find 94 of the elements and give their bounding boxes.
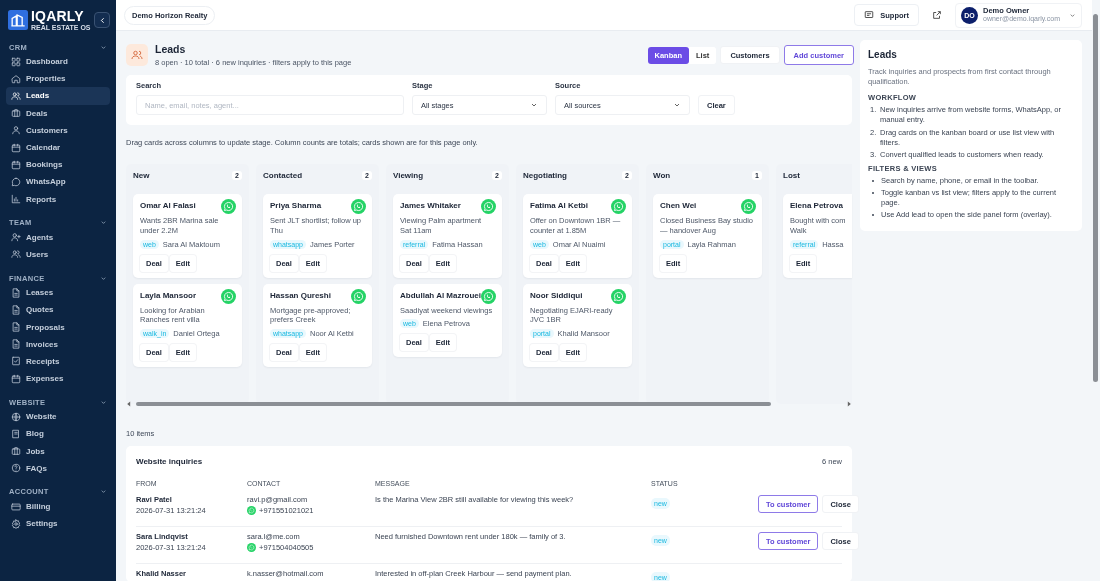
lead-name: James Whitaker [400,201,461,210]
scroll-right-icon[interactable] [846,401,852,407]
nav-item[interactable]: Properties [6,70,110,88]
nav-item[interactable]: FAQs [6,459,110,477]
globe-icon [11,411,21,422]
document-icon [11,304,21,315]
document-icon [11,287,21,298]
nav-item[interactable]: Website [6,408,110,426]
chat-icon [11,176,21,187]
briefcase-icon [11,108,21,119]
phone-chat-icon[interactable] [481,199,496,214]
grid-icon [11,56,21,67]
settings-icon [11,518,21,529]
column-title: Negotiating [523,171,567,180]
receipt-icon [11,356,21,367]
nav-item[interactable]: Deals [6,104,110,122]
chevron-down-icon[interactable] [100,274,107,282]
nav-item[interactable]: Expenses [6,370,110,388]
briefcase-icon [11,446,21,457]
page-title: Leads [155,43,187,55]
phone-chat-icon[interactable] [351,288,366,304]
nav-item[interactable]: Leases [6,284,110,302]
book-icon [11,428,21,439]
nav-item[interactable]: Agents [6,228,110,246]
column-title: New [133,171,150,180]
lead-name: Chen Wei [660,201,697,210]
chevron-down-icon[interactable] [100,488,107,496]
phone-chat-icon[interactable] [481,288,497,304]
column-title: Lost [783,171,800,180]
column-title: Won [653,171,671,180]
people-icon [11,249,21,260]
nav-item[interactable]: Invoices [6,335,110,353]
chevron-down-icon [530,101,538,109]
phone-chat-icon[interactable] [351,199,366,214]
card-title: Website inquiries [136,456,203,466]
nav-item[interactable]: Reports [6,190,110,208]
document-icon [11,322,21,333]
message-icon [864,10,875,20]
house-icon [11,73,21,84]
calendar-icon [11,142,21,153]
nav-item[interactable]: Blog [6,425,110,443]
phone-chat-icon[interactable] [611,199,626,214]
collapse-sidebar-button[interactable] [94,12,110,28]
nav-item[interactable]: Leads [6,87,110,105]
building-logo-icon [8,10,28,30]
chevron-down-icon [1069,11,1076,19]
help-title: Leads [868,49,898,60]
lead-name: Fatima Al Ketbi [530,201,588,210]
lead-name: Elena Petrova [790,201,843,210]
phone-chat-icon[interactable] [247,506,256,515]
nav-item[interactable]: Receipts [6,352,110,370]
horizontal-scrollbar[interactable] [126,399,852,409]
nav-item[interactable]: Billing [6,497,110,516]
phone-chat-icon[interactable] [611,288,626,304]
document-icon [11,339,21,350]
nav-item[interactable]: Settings [6,515,110,533]
scroll-left-icon[interactable] [126,401,132,407]
phone-chat-icon[interactable] [221,199,236,214]
people-icon [11,90,21,101]
chevron-down-icon[interactable] [100,43,107,51]
phone-chat-icon[interactable] [741,199,756,214]
nav-item[interactable]: Users [6,245,110,264]
chart-icon [11,194,21,205]
people-icon [126,44,148,66]
column-title: Viewing [393,171,424,180]
person-add-icon [11,232,21,243]
nav-item[interactable]: Proposals [6,318,110,336]
calendar-icon [11,159,21,170]
nav-item[interactable]: Calendar [6,138,110,157]
lead-name: Priya Sharma [270,201,322,210]
person-icon [11,125,21,136]
nav-item[interactable]: Dashboard [6,53,110,71]
help-icon [11,463,21,474]
nav-item[interactable]: Customers [6,121,110,139]
nav-item[interactable]: Jobs [6,442,110,460]
nav-item[interactable]: Bookings [6,156,110,174]
lead-name: Hassan Qureshi [270,290,331,300]
chevron-down-icon [673,101,681,109]
external-link-icon[interactable] [932,10,942,20]
chevron-down-icon[interactable] [100,219,107,227]
logo-wordmark: IQARLY [31,9,85,23]
phone-chat-icon[interactable] [221,288,236,304]
chevron-down-icon[interactable] [100,398,107,406]
lead-name: Omar Al Falasi [140,201,196,210]
nav-item[interactable]: Quotes [6,301,110,319]
column-title: Contacted [263,171,303,180]
credit-card-icon [11,501,21,512]
nav-item[interactable]: WhatsApp [6,173,110,191]
lead-name: Layla Mansoor [140,290,196,300]
lead-name: Abdullah Al Mazrouei [400,290,482,300]
chevron-left-icon [97,15,107,25]
phone-chat-icon[interactable] [247,543,256,552]
calendar-icon [11,373,21,384]
lead-name: Noor Siddiqui [530,290,583,300]
